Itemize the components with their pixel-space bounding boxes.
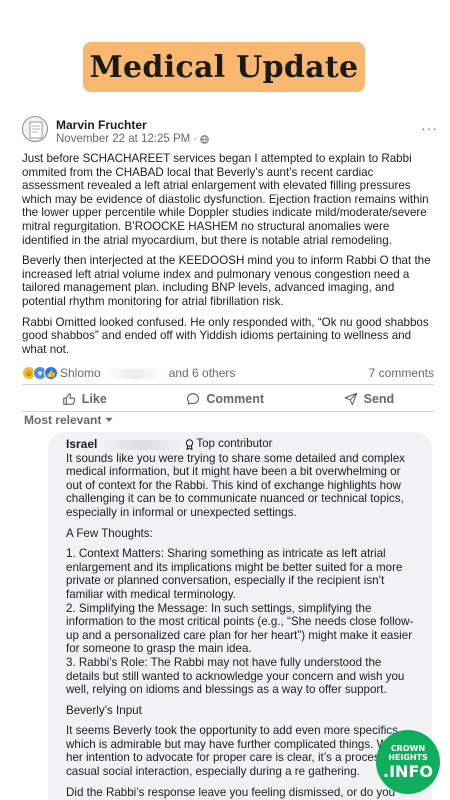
logo-line: CROWN (390, 743, 426, 753)
post-header: Marvin Fruchter November 22 at 12:25 PM … (22, 112, 438, 148)
sort-dropdown[interactable]: Most relevant (24, 413, 113, 427)
more-options-icon[interactable]: ··· (421, 120, 438, 136)
action-bar: Like Comment Send (22, 388, 434, 410)
comment-author[interactable]: Israel (66, 437, 97, 452)
globe-icon (200, 134, 209, 144)
divider (22, 384, 434, 385)
redacted-name (101, 439, 182, 450)
comment-paragraph: It seems Beverly took the opportunity to… (66, 724, 408, 779)
like-reaction-icon: 👍 (44, 366, 58, 380)
timestamp-text: November 22 at 12:25 PM · (56, 133, 198, 145)
like-button[interactable]: Like (62, 392, 107, 406)
post-body: Just before SCHACHAREET services began I… (22, 152, 434, 363)
post-author[interactable]: Marvin Fruchter (56, 118, 147, 132)
comments-count[interactable]: 7 comments (369, 366, 434, 380)
top-contributor-badge: Top contributor (185, 438, 272, 452)
comment-icon (187, 393, 200, 405)
send-label: Send (363, 392, 395, 406)
post-timestamp[interactable]: November 22 at 12:25 PM · (56, 133, 209, 145)
post-card: Marvin Fruchter November 22 at 12:25 PM … (14, 108, 442, 800)
post-paragraph: Beverly then interjected at the KEEDOOSH… (22, 254, 431, 308)
chevron-down-icon (105, 417, 113, 422)
badge-icon (186, 439, 194, 451)
reaction-first-name: Shlomo (60, 366, 101, 380)
comment-label: Comment (206, 392, 265, 406)
thumbs-up-icon (62, 393, 76, 405)
reaction-others: and 6 others (168, 366, 236, 380)
sort-label: Most relevant (24, 413, 102, 427)
send-icon (344, 392, 357, 406)
comment-paragraph: A Few Thoughts: (66, 526, 153, 540)
comment-paragraph: It sounds like you were trying to share … (66, 451, 405, 519)
badge-label: Top contributor (196, 438, 273, 450)
divider (22, 411, 434, 412)
like-label: Like (81, 392, 107, 406)
crownheights-logo: CROWN HEIGHTS .INFO (376, 730, 440, 794)
comment-paragraph: 1. Context Matters: Sharing something as… (66, 547, 403, 601)
post-paragraph: Just before SCHACHAREET services began I… (22, 152, 429, 247)
logo-line: .INFO (383, 761, 433, 781)
reaction-names[interactable]: Shlomo and 6 others (60, 366, 235, 380)
comment-bubble: Israel Top contributor It sounds like yo… (48, 432, 432, 800)
banner-area: Medical Update (0, 0, 450, 108)
avatar-image-icon (29, 121, 43, 139)
post-paragraph: Rabbi Omitted looked confused. He only r… (22, 315, 429, 356)
comment-paragraph: 3. Rabbi’s Role: The Rabbi may not have … (66, 655, 405, 697)
comment-header: Israel Top contributor (66, 437, 418, 452)
reaction-icons[interactable]: ☺ ♥ 👍 (22, 366, 58, 380)
send-button[interactable]: Send (344, 392, 395, 406)
redacted-name (102, 368, 165, 379)
avatar[interactable] (22, 116, 48, 142)
comment-paragraph: Beverly’s Input (66, 703, 142, 717)
comment-paragraph: 2. Simplifying the Message: In such sett… (66, 601, 414, 656)
comment-paragraph: Did the Rabbi’s response leave you feeli… (66, 785, 396, 799)
reactions-row: ☺ ♥ 👍 Shlomo and 6 others 7 comments (22, 366, 434, 382)
comment-button[interactable]: Comment (186, 392, 264, 406)
logo-line: HEIGHTS (388, 752, 428, 762)
banner-title: Medical Update (83, 42, 365, 92)
